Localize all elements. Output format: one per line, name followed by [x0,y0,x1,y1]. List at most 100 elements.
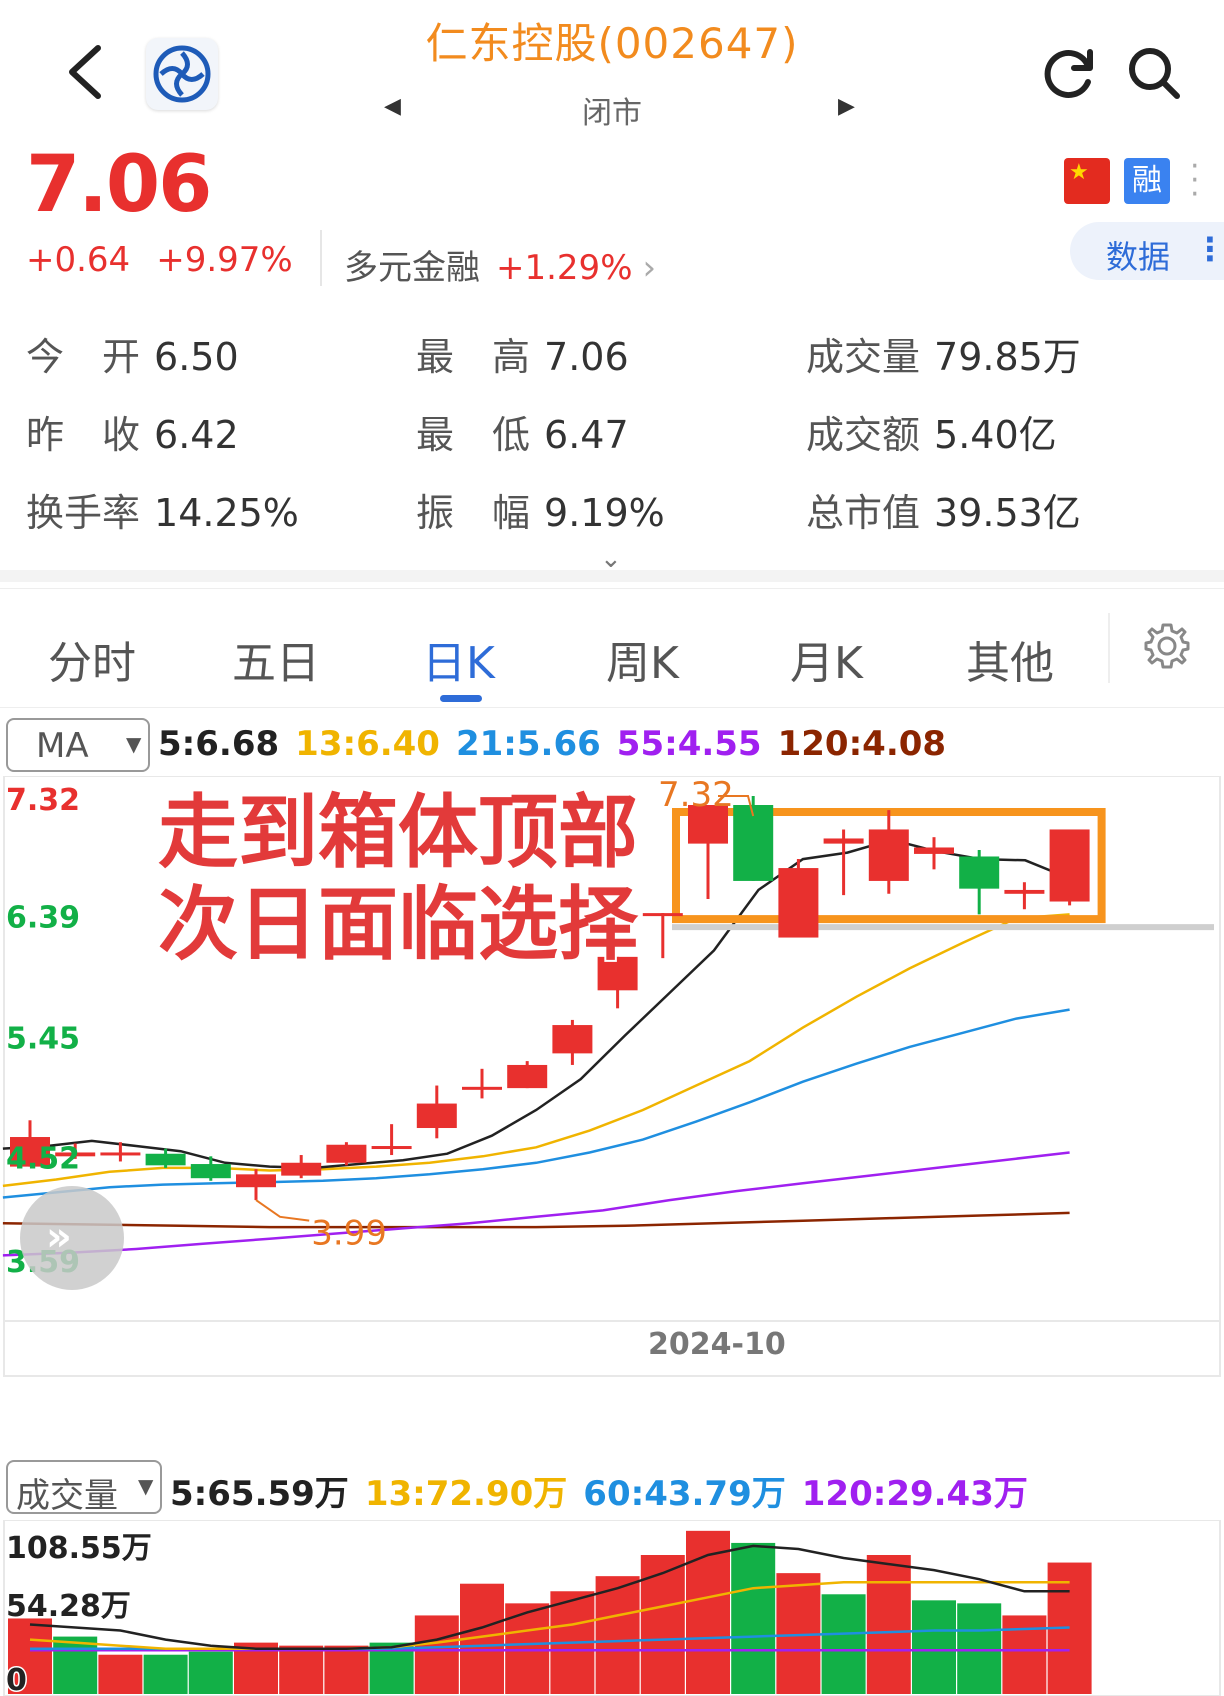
more-vertical-icon[interactable]: · · · [1190,152,1200,210]
x-axis-label: 2024-10 [648,1327,786,1362]
kebab-icon: ⋮ [1194,230,1224,268]
stat-prev-close: 昨 收 6.42 [26,413,239,457]
sector-link[interactable]: 多元金融 +1.29% › [344,240,656,289]
candle-body [236,1174,276,1188]
caret-down-icon: ▼ [138,1474,154,1498]
expand-handle-icon[interactable]: » [20,1186,124,1290]
volume-bar [279,1645,324,1694]
stat-open: 今 开 6.50 [26,335,239,379]
chevron-right-icon: › [642,248,657,288]
candle-body [100,1152,141,1156]
search-icon[interactable] [1125,44,1183,102]
margin-badge[interactable]: 融 [1124,158,1170,204]
app-header: 仁东控股(002647) ◀ 闭市 ▶ [0,0,1224,131]
stat-low: 最 低 6.47 [416,413,629,457]
volume-bar [324,1645,369,1694]
volume-indicator-select[interactable]: 成交量 ▼ [6,1460,162,1516]
tab-five-day[interactable]: 五日 [232,627,320,691]
stat-market-cap: 总市值 39.53亿 [806,491,1081,535]
volume-bar [98,1654,143,1694]
ma120-line [2,1211,1070,1229]
candle [326,1142,367,1166]
candle-body [462,1086,502,1090]
candle [1049,829,1090,906]
gear-icon[interactable] [1142,621,1192,671]
candle [778,859,819,938]
ma-legend-item-2: 21:5.66 [455,724,601,764]
candle [688,805,728,899]
candle-body [1049,829,1090,902]
candle [236,1169,276,1201]
section-gap [0,570,1224,582]
ma-legend-item-3: 55:4.55 [616,724,762,764]
handle-arrows: » [46,1214,72,1260]
candle [462,1068,502,1099]
tab-other[interactable]: 其他 [966,627,1054,691]
candle-body [326,1144,367,1163]
volume-bar [731,1542,776,1694]
candle [1004,882,1045,910]
indicator-select[interactable]: MA ▼ [6,718,150,772]
candle [959,850,1000,915]
price-change: +0.64 +9.97% [26,240,319,280]
y-tick-label: 5.45 [6,1022,80,1057]
data-button[interactable]: 数据 ⋮ [1070,222,1224,280]
volume-bar [821,1594,866,1694]
current-price: 7.06 [26,140,212,230]
caret-down-icon: ▼ [126,732,142,756]
sector-percent: +1.29% [496,248,633,288]
stat-volume: 成交量 79.85万 [806,335,1081,379]
refresh-icon[interactable] [1040,44,1098,102]
candle [190,1156,231,1181]
candle-body [914,847,954,854]
candle [914,837,954,870]
candle [868,810,909,894]
vol-legend-item-2: 60:43.79万 [583,1474,786,1514]
volume-chart[interactable]: 108.55万 54.28万 0 [0,1520,1224,1696]
divider [320,230,322,286]
vol-legend-item-1: 13:72.90万 [364,1474,568,1514]
chart-tabs: 分时 五日 日K 周K 月K 其他 [0,588,1224,708]
candle-body [868,829,909,881]
candle [281,1155,322,1179]
handle-circle [20,1186,124,1290]
candle [507,1061,548,1089]
candle-body [1004,889,1045,894]
volume-ma-legend: 5:65.59万 13:72.90万 60:43.79万 120:29.43万 [170,1466,1044,1515]
candle-body [733,805,774,881]
tab-weekly-k[interactable]: 周K [606,627,679,691]
ma-legend-item-1: 13:6.40 [295,724,440,764]
next-stock-arrow-icon[interactable]: ▶ [838,94,855,119]
y-tick-label: 6.39 [6,901,80,936]
volume-bar [143,1654,188,1694]
annotation-text: 次日面临选择 [158,878,639,971]
ma-legend: 5:6.68 13:6.40 21:5.66 55:4.55 120:4.08 [158,724,962,764]
divider [1108,613,1110,683]
candle-body [281,1162,322,1176]
candle-body [190,1164,231,1179]
stat-turnover: 成交额 5.40亿 [806,413,1057,457]
tab-monthly-k[interactable]: 月K [790,627,863,691]
candlestick-chart[interactable]: 7.326.395.454.523.597.323.99走到箱体顶部次日面临选择… [0,776,1224,1456]
annotation-text: 走到箱体顶部 [158,786,638,879]
stat-amplitude: 振 幅 9.19% [416,491,665,535]
volume-bar [912,1600,956,1694]
volume-select-value: 成交量 [16,1476,118,1516]
tab-intraday[interactable]: 分时 [48,627,136,691]
y-tick-label: 7.32 [6,783,80,818]
candle-body [507,1064,548,1089]
candle-body [959,856,1000,889]
stat-high: 最 高 7.06 [416,335,629,379]
volume-bar [640,1555,685,1694]
vol-legend-item-0: 5:65.59万 [170,1474,349,1514]
volume-bar [595,1576,640,1694]
change-percent: +9.97% [156,240,293,280]
ma21-line [2,1008,1070,1199]
indicator-select-value: MA [36,726,89,766]
tab-daily-k[interactable]: 日K [422,627,495,691]
candle [733,796,774,881]
data-button-label: 数据 [1106,238,1171,276]
candle-body [371,1146,412,1150]
volume-y-tick: 54.28万 [6,1589,131,1624]
candle-body [145,1153,186,1166]
